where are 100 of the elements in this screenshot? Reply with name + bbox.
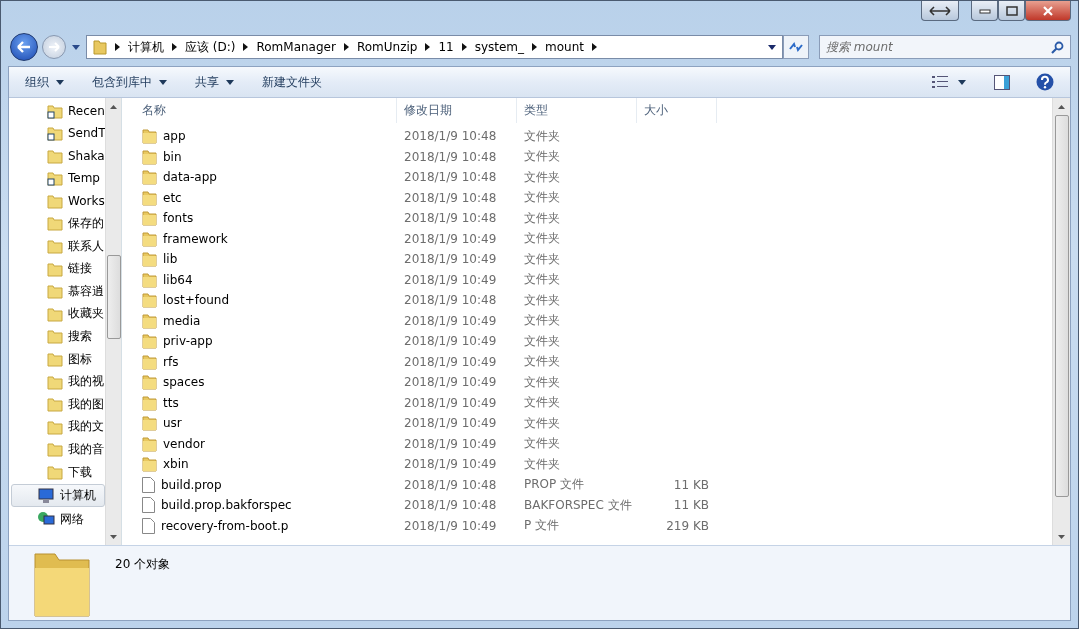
breadcrumb-item[interactable]: 应该 (D:) (185, 38, 236, 56)
search-box[interactable]: 搜索 mount (819, 35, 1071, 59)
search-icon[interactable] (1051, 40, 1064, 54)
scroll-thumb[interactable] (106, 255, 121, 339)
chevron-icon[interactable] (592, 43, 597, 51)
view-list-icon[interactable] (932, 75, 948, 89)
type-cell-text: 文件夹 (523, 230, 561, 248)
file-name[interactable]: spaces (163, 375, 205, 390)
breadcrumb-item[interactable]: RomUnzip (356, 40, 418, 54)
chevron-icon[interactable] (115, 43, 120, 51)
file-name[interactable]: priv-app (163, 334, 213, 349)
refresh-button[interactable] (783, 35, 809, 59)
file-name[interactable]: usr (163, 416, 182, 431)
sidebar-item[interactable]: 我的音 (9, 438, 105, 460)
column-header[interactable]: 名称 (122, 98, 397, 123)
sidebar-item[interactable]: 下载 (9, 461, 105, 483)
folder-icon (142, 312, 157, 329)
chevron-icon[interactable] (461, 43, 467, 51)
sidebar-item[interactable]: 我的视 (9, 371, 105, 393)
maximize-button[interactable] (998, 1, 1025, 21)
down-arrow-icon[interactable] (110, 534, 117, 539)
file-name[interactable]: fonts (163, 211, 194, 226)
caret-icon[interactable] (958, 79, 966, 85)
chevron-icon[interactable] (532, 43, 538, 51)
sidebar-item[interactable]: 我的图 (9, 393, 105, 415)
sidebar-item[interactable]: 联系人 (9, 235, 105, 257)
minimize-button[interactable] (971, 1, 998, 21)
breadcrumb-item[interactable]: system_ (474, 40, 525, 54)
file-name[interactable]: bin (163, 149, 182, 164)
sidebar-item[interactable]: Temp (9, 167, 105, 189)
sidebar-item[interactable]: 搜索 (9, 325, 105, 347)
folder-icon (142, 251, 157, 268)
date-cell-text: 2018/1/9 10:48 (403, 498, 498, 513)
sidebar-item[interactable]: Recen (9, 100, 105, 121)
search-field[interactable]: 搜索 mount (826, 40, 1051, 54)
breadcrumb-item[interactable]: mount (545, 40, 584, 54)
sidebar-item[interactable]: Works (9, 190, 105, 212)
file-name[interactable]: app (163, 129, 186, 144)
column-header[interactable]: 大小 (637, 98, 717, 123)
caret-icon (226, 79, 234, 85)
chevron-icon[interactable] (425, 43, 431, 51)
resize-button[interactable] (921, 1, 959, 21)
file-name[interactable]: lost+found (163, 293, 230, 308)
toolbar-button[interactable]: 包含到库中 (86, 70, 173, 94)
chevron-icon[interactable] (243, 43, 249, 51)
sidebar-item[interactable]: 图标 (9, 348, 105, 370)
sidebar-item[interactable]: 我的文 (9, 416, 105, 438)
preview-pane-icon[interactable] (994, 74, 1010, 90)
toolbar-button[interactable]: 新建文件夹 (256, 70, 328, 94)
breadcrumb-item[interactable]: 计算机 (128, 38, 164, 56)
file-name[interactable]: xbin (163, 457, 189, 472)
date-cell-text: 2018/1/9 10:48 (403, 149, 498, 164)
chevron-icon[interactable] (172, 43, 177, 51)
computer-icon (37, 487, 55, 504)
up-arrow-icon[interactable] (110, 104, 117, 109)
file-name[interactable]: media (163, 313, 201, 328)
column-header[interactable]: 修改日期 (397, 98, 517, 123)
file-name[interactable]: build.prop.bakforspec (161, 498, 292, 513)
file-name[interactable]: recovery-from-boot.p (161, 518, 289, 533)
file-name[interactable]: rfs (163, 354, 179, 369)
back-button[interactable] (10, 33, 38, 61)
file-name[interactable]: tts (163, 395, 179, 410)
file-name[interactable]: data-app (163, 170, 217, 185)
sidebar-item[interactable]: SendT (9, 122, 105, 144)
scroll-thumb[interactable] (1054, 115, 1069, 497)
type-cell-text: 文件夹 (523, 250, 561, 268)
date-cell-text: 2018/1/9 10:48 (403, 477, 498, 492)
sidebar-item[interactable]: 慕容逍 (9, 280, 105, 302)
sidebar-item[interactable]: 计算机 (11, 484, 105, 508)
file-name[interactable]: lib (163, 252, 178, 267)
folder-icon (142, 128, 157, 145)
chevron-icon[interactable] (343, 43, 349, 51)
close-button[interactable] (1025, 1, 1071, 21)
file-name[interactable]: build.prop (161, 477, 222, 492)
breadcrumb-item[interactable]: 11 (438, 40, 454, 54)
sidebar-item[interactable]: 收藏夹 (9, 303, 105, 325)
breadcrumb-item[interactable]: RomManager (256, 40, 336, 54)
forward-button[interactable] (42, 35, 66, 59)
caret-icon[interactable] (72, 44, 80, 50)
up-arrow-icon[interactable] (1058, 104, 1065, 109)
toolbar-button[interactable]: 组织 (19, 70, 70, 94)
column-header[interactable]: 类型 (517, 98, 637, 123)
folder-icon (142, 271, 157, 288)
sidebar-item[interactable]: 链接 (9, 258, 105, 280)
folder-icon (47, 464, 63, 480)
toolbar-button[interactable]: 共享 (189, 70, 240, 94)
file-icon (142, 517, 155, 534)
address-bar[interactable]: 计算机 应该 (D:) RomManager RomUnzip 11 system_ mount (86, 35, 783, 59)
sidebar-item[interactable]: Shaka (9, 145, 105, 167)
help-icon[interactable] (1036, 73, 1054, 91)
sidebar-item[interactable]: 保存的 (9, 212, 105, 234)
file-name[interactable]: etc (163, 190, 182, 205)
file-name[interactable]: vendor (163, 436, 205, 451)
down-arrow-icon[interactable] (1058, 534, 1065, 539)
file-name[interactable]: lib64 (163, 272, 193, 287)
folder-icon (47, 441, 63, 458)
file-name[interactable]: framework (163, 231, 228, 246)
sidebar-item[interactable]: 网络 (9, 508, 105, 530)
folder-icon (31, 550, 93, 620)
caret-icon[interactable] (768, 44, 776, 50)
